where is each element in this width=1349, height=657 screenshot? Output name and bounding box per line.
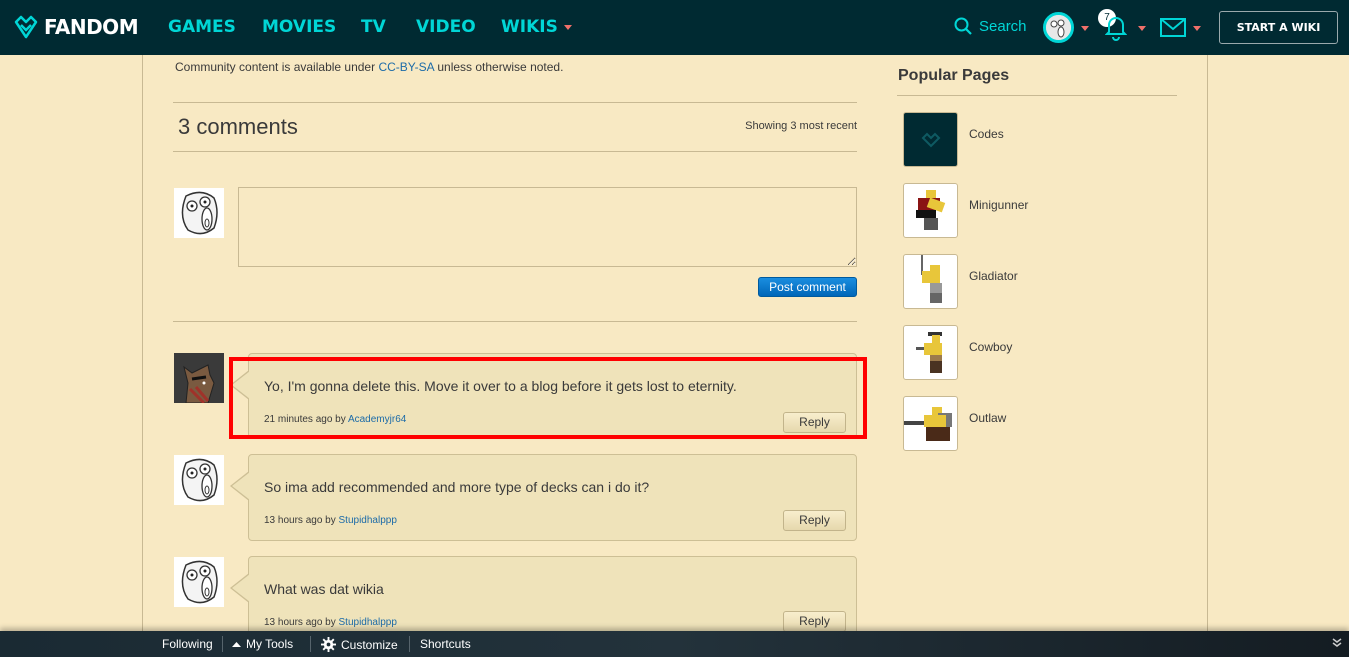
nav-wikis-label: WIKIS (501, 17, 558, 37)
toolbar-following[interactable]: Following (162, 637, 213, 651)
comment: So ima add recommended and more type of … (230, 454, 857, 541)
start-a-wiki-button[interactable]: START A WIKI (1219, 11, 1338, 44)
divider (173, 102, 857, 103)
divider (173, 151, 857, 152)
comment-text: What was dat wikia (264, 581, 384, 597)
global-navigation: FANDOM GAMES MOVIES TV VIDEO WIKIS Searc… (0, 0, 1349, 55)
user-avatar[interactable] (1043, 12, 1074, 43)
outlaw-figure-icon (904, 407, 952, 441)
minigunner-figure-icon (916, 190, 946, 230)
mail-icon[interactable] (1160, 18, 1186, 37)
comment-meta: 21 minutes ago by Academyjr64 (264, 414, 406, 425)
popular-page-item[interactable]: Gladiator (903, 254, 1183, 309)
page-thumbnail (903, 183, 958, 238)
popular-page-label: Gladiator (969, 269, 1018, 283)
license-suffix: unless otherwise noted. (434, 60, 564, 74)
license-notice: Community content is available under CC-… (175, 60, 563, 74)
popular-page-label: Minigunner (969, 198, 1029, 212)
comment-time: 21 minutes ago by (264, 414, 348, 425)
search-button[interactable]: Search (954, 17, 1027, 35)
comment-author-avatar[interactable] (174, 557, 224, 607)
popular-page-label: Outlaw (969, 411, 1007, 425)
popular-page-label: Cowboy (969, 340, 1013, 354)
post-comment-button[interactable]: Post comment (758, 277, 857, 297)
gladiator-figure-icon (921, 255, 942, 303)
toolbar-separator (409, 636, 410, 652)
page-thumbnail (903, 396, 958, 451)
current-user-avatar (174, 188, 224, 238)
rage-face-icon (181, 560, 218, 604)
comment-time: 13 hours ago by (264, 515, 339, 526)
rage-face-icon (181, 191, 218, 235)
nav-video[interactable]: VIDEO (416, 17, 476, 37)
wiki-toolbar: Following My Tools Customize Shortcuts (0, 631, 1349, 657)
rage-face-icon (1046, 15, 1071, 40)
comment-meta: 13 hours ago by Stupidhalppp (264, 617, 397, 628)
comment-time: 13 hours ago by (264, 617, 339, 628)
rage-face-icon (181, 458, 218, 502)
double-chevron-down-icon[interactable] (1331, 637, 1343, 649)
popular-pages-heading: Popular Pages (898, 67, 1010, 84)
bell-icon[interactable] (1105, 13, 1127, 41)
werewolf-avatar-icon (174, 353, 224, 403)
user-menu-caret-icon[interactable] (1081, 26, 1089, 31)
fandom-heart-icon (14, 15, 38, 39)
toolbar-shortcuts[interactable]: Shortcuts (420, 637, 471, 651)
comment-author-link[interactable]: Stupidhalppp (339, 515, 397, 526)
search-icon (954, 17, 972, 35)
comments-showing-note: Showing 3 most recent (745, 120, 857, 132)
toolbar-customize-label: Customize (341, 637, 398, 652)
gear-icon (321, 637, 336, 652)
fandom-logo[interactable]: FANDOM (12, 13, 139, 41)
comment-author-avatar[interactable] (174, 353, 224, 403)
license-link[interactable]: CC-BY-SA (378, 60, 434, 74)
page-thumbnail (903, 112, 958, 167)
notifications-caret-icon[interactable] (1138, 26, 1146, 31)
toolbar-my-tools-label: My Tools (246, 637, 294, 651)
divider (897, 95, 1177, 96)
comment: Yo, I'm gonna delete this. Move it over … (230, 353, 857, 438)
comment-text: So ima add recommended and more type of … (264, 479, 650, 495)
page-border-left (142, 55, 143, 635)
nav-movies[interactable]: MOVIES (262, 17, 336, 37)
search-label: Search (979, 17, 1027, 35)
toolbar-customize[interactable]: Customize (321, 637, 398, 652)
fandom-logo-icon (921, 132, 941, 148)
comment-meta: 13 hours ago by Stupidhalppp (264, 515, 397, 526)
popular-page-item[interactable]: Minigunner (903, 183, 1183, 238)
nav-tv[interactable]: TV (361, 17, 386, 37)
toolbar-separator (310, 636, 311, 652)
reply-button[interactable]: Reply (783, 412, 846, 433)
caret-up-icon (232, 642, 241, 647)
comments-count-heading: 3 comments (178, 114, 298, 139)
popular-page-item[interactable]: Cowboy (903, 325, 1183, 380)
comment-author-link[interactable]: Academyjr64 (348, 414, 406, 425)
reply-button[interactable]: Reply (783, 611, 846, 632)
page-border-right (1207, 55, 1208, 635)
popular-page-item[interactable]: Outlaw (903, 396, 1183, 451)
nav-games[interactable]: GAMES (168, 17, 236, 37)
reply-button[interactable]: Reply (783, 510, 846, 531)
brand-name: FANDOM (44, 15, 139, 39)
page-thumbnail (903, 254, 958, 309)
toolbar-separator (222, 636, 223, 652)
comment-input[interactable] (238, 187, 857, 267)
popular-page-item[interactable]: Codes (903, 112, 1183, 167)
popular-page-label: Codes (969, 127, 1004, 141)
comment-author-link[interactable]: Stupidhalppp (339, 617, 397, 628)
comment-author-avatar[interactable] (174, 455, 224, 505)
chevron-down-icon (563, 24, 572, 30)
divider (173, 321, 857, 322)
comment-text: Yo, I'm gonna delete this. Move it over … (264, 378, 737, 394)
comment: What was dat wikia 13 hours ago by Stupi… (230, 556, 857, 643)
toolbar-my-tools[interactable]: My Tools (232, 637, 293, 651)
cowboy-figure-icon (916, 332, 942, 373)
nav-wikis[interactable]: WIKIS (501, 17, 572, 37)
license-prefix: Community content is available under (175, 60, 379, 74)
messages-caret-icon[interactable] (1193, 26, 1201, 31)
page-thumbnail (903, 325, 958, 380)
